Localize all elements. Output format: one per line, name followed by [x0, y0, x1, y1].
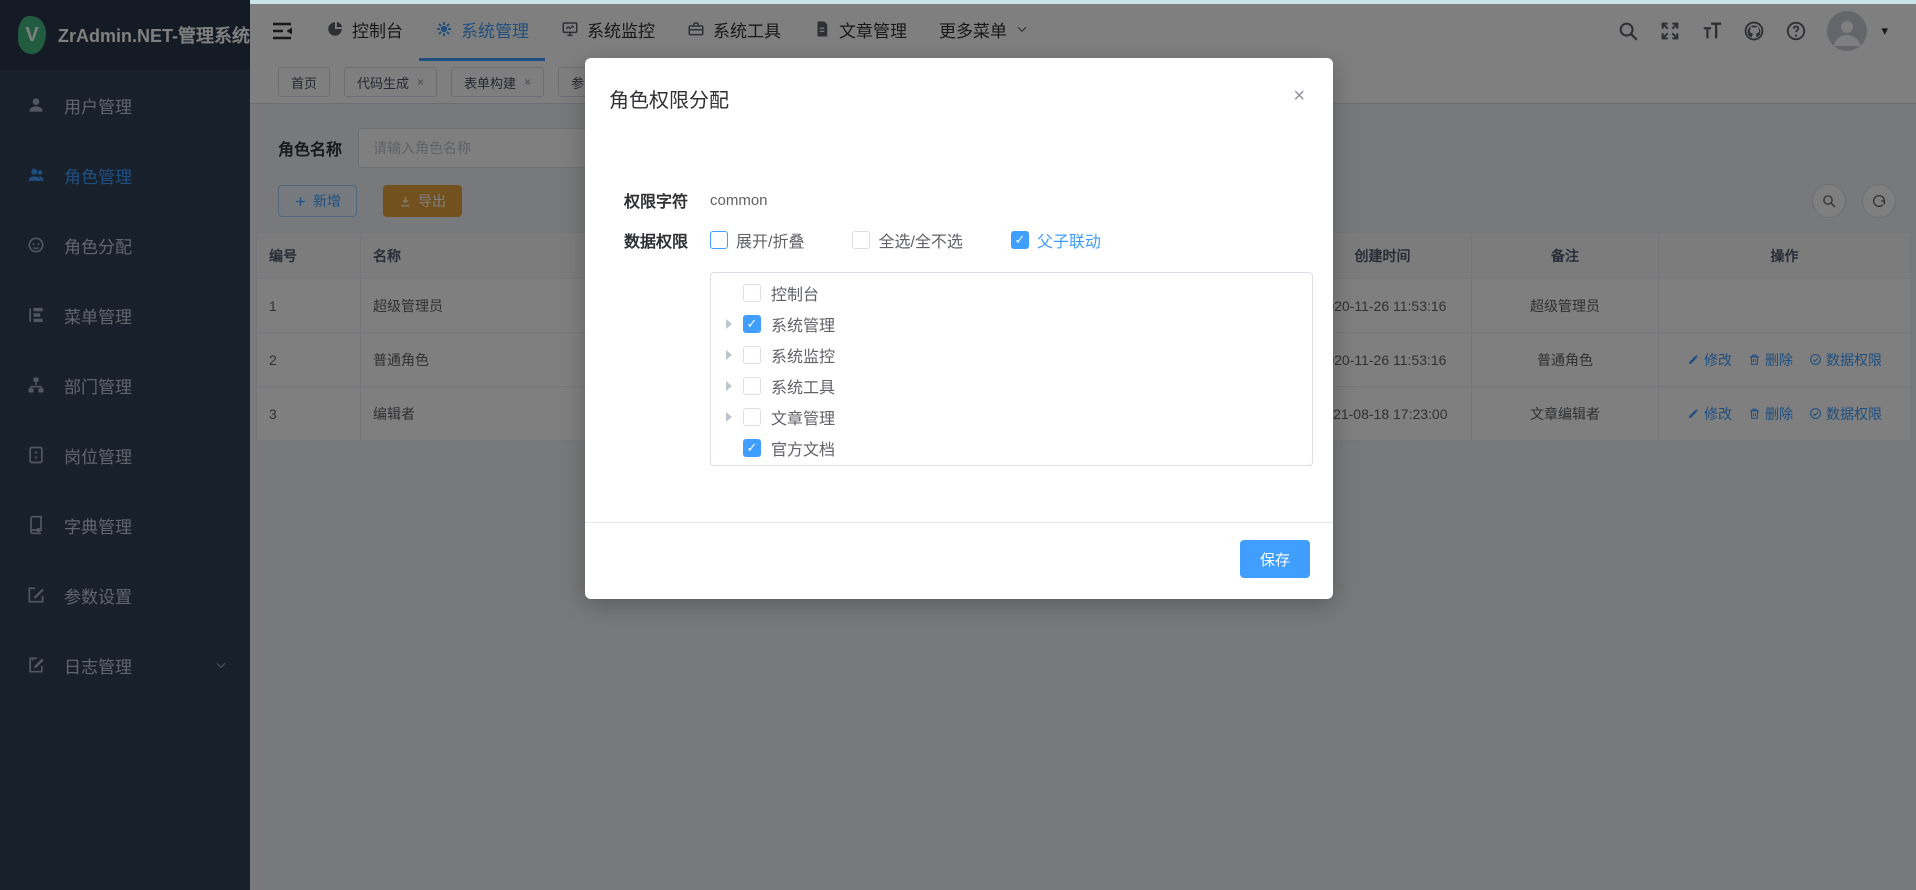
tree-node-label: 官方文档 — [771, 436, 835, 460]
tree-node-label: 系统工具 — [771, 374, 835, 398]
tree-checkbox[interactable] — [743, 408, 761, 426]
tree-node-官方文档[interactable]: ✓ 官方文档 — [711, 432, 1312, 463]
tree-node-控制台[interactable]: 控制台 — [711, 277, 1312, 308]
checkbox-全选/全不选[interactable]: 全选/全不选 — [852, 228, 962, 252]
tree-node-label: 文章管理 — [771, 405, 835, 429]
expand-caret-icon[interactable] — [723, 350, 735, 360]
checkbox-box[interactable] — [710, 231, 728, 249]
save-button[interactable]: 保存 — [1240, 540, 1310, 578]
close-icon[interactable]: × — [1293, 86, 1305, 106]
expand-caret-icon[interactable] — [723, 381, 735, 391]
checkbox-父子联动[interactable]: ✓ 父子联动 — [1011, 228, 1101, 252]
expand-caret-icon[interactable] — [723, 319, 735, 329]
role-permission-dialog: 角色权限分配 × 权限字符 common 数据权限 展开/折叠 全选/全不选 ✓ 父子… — [585, 58, 1333, 599]
tree-checkbox[interactable] — [743, 377, 761, 395]
checkbox-label: 父子联动 — [1037, 228, 1101, 252]
tree-node-label: 系统监控 — [771, 343, 835, 367]
app-screen: V ZrAdmin.NET-管理系统 用户管理角色管理角色分配菜单管理部门管理岗… — [0, 0, 1916, 890]
tree-node-系统监控[interactable]: 系统监控 — [711, 339, 1312, 370]
checkbox-label: 展开/折叠 — [736, 228, 804, 252]
menu-permission-tree: 控制台 ✓ 系统管理系统监控系统工具文章管理 ✓ 官方文档 — [710, 272, 1313, 466]
tree-options: 展开/折叠 全选/全不选 ✓ 父子联动 — [710, 228, 1101, 252]
tree-node-系统工具[interactable]: 系统工具 — [711, 370, 1312, 401]
perm-char-label: 权限字符 — [624, 188, 710, 212]
expand-caret-icon[interactable] — [723, 412, 735, 422]
progress-bar — [250, 0, 1916, 4]
checkbox-展开/折叠[interactable]: 展开/折叠 — [710, 228, 804, 252]
tree-node-文章管理[interactable]: 文章管理 — [711, 401, 1312, 432]
footer-divider — [585, 522, 1333, 523]
perm-char-value: common — [710, 192, 768, 209]
dialog-title: 角色权限分配 — [609, 84, 729, 113]
tree-checkbox[interactable] — [743, 346, 761, 364]
data-perm-row: 数据权限 展开/折叠 全选/全不选 ✓ 父子联动 — [624, 228, 1101, 252]
tree-checkbox[interactable]: ✓ — [743, 439, 761, 457]
tree-node-label: 控制台 — [771, 281, 819, 305]
checkbox-box[interactable] — [852, 231, 870, 249]
checkbox-label: 全选/全不选 — [878, 228, 962, 252]
data-perm-label: 数据权限 — [624, 228, 710, 252]
perm-char-row: 权限字符 common — [624, 188, 768, 212]
checkbox-box[interactable]: ✓ — [1011, 231, 1029, 249]
tree-checkbox[interactable]: ✓ — [743, 315, 761, 333]
tree-node-label: 系统管理 — [771, 312, 835, 336]
tree-checkbox[interactable] — [743, 284, 761, 302]
tree-node-系统管理[interactable]: ✓ 系统管理 — [711, 308, 1312, 339]
